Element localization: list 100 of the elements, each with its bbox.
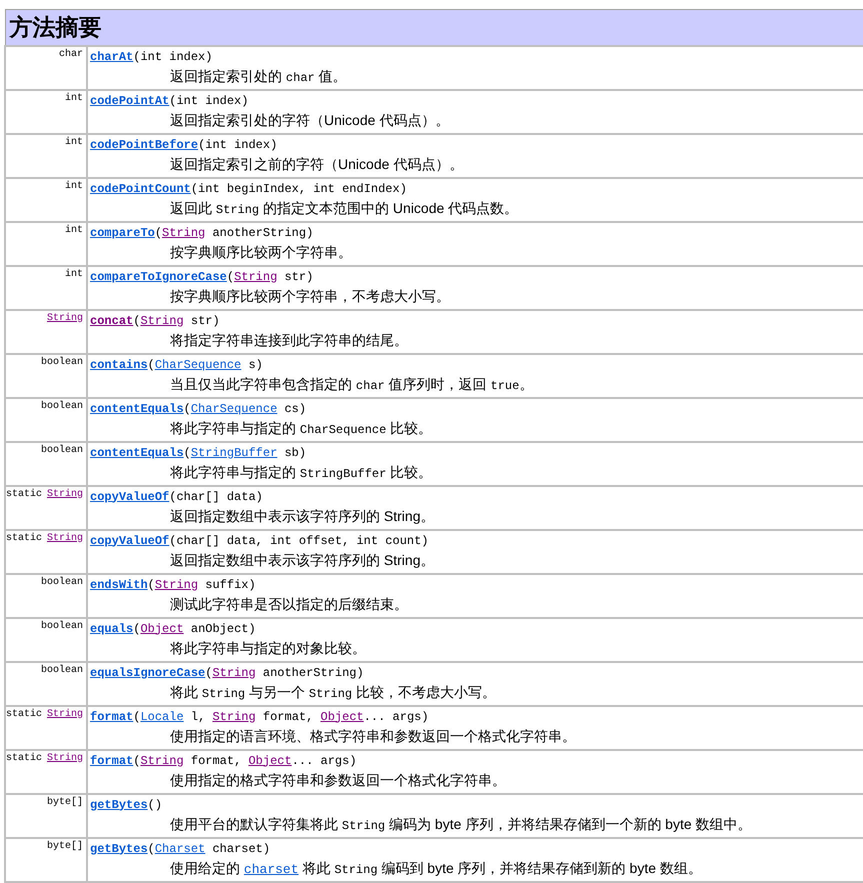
- parameter-text: (: [148, 578, 155, 592]
- return-type: static: [6, 532, 42, 544]
- method-link[interactable]: codePointBefore: [90, 138, 198, 152]
- parameter-text: str): [190, 314, 220, 328]
- type-link[interactable]: Charset: [154, 842, 206, 856]
- method-link[interactable]: copyValueOf: [90, 490, 170, 504]
- parameter-text: (char[] data): [169, 490, 263, 504]
- type-link[interactable]: String: [212, 666, 256, 680]
- method-link[interactable]: charAt: [90, 50, 134, 64]
- type-link[interactable]: Object: [140, 622, 184, 636]
- method-link[interactable]: getBytes: [90, 842, 148, 856]
- parameter-text: (int index): [133, 50, 212, 64]
- parameter-text: (: [133, 314, 140, 328]
- parameter-text: ... args): [364, 710, 429, 724]
- return-type: static: [6, 488, 42, 500]
- type-link[interactable]: String: [140, 754, 184, 768]
- method-link[interactable]: getBytes: [90, 798, 148, 812]
- inline-link[interactable]: charset: [244, 862, 299, 876]
- method-description: 按字典顺序比较两个字符串。: [169, 242, 354, 262]
- parameter-text: str): [283, 270, 314, 284]
- method-description: 返回指定数组中表示该字符序列的 String。: [169, 506, 436, 526]
- type-link[interactable]: String: [140, 314, 184, 328]
- method-link[interactable]: contentEquals: [90, 446, 184, 460]
- method-description: 返回此 String 的指定文本范围中的 Unicode 代码点数。: [169, 198, 520, 218]
- type-link[interactable]: String: [47, 532, 84, 544]
- parameter-text: (: [133, 622, 140, 636]
- parameter-text: (: [148, 842, 155, 856]
- return-type: boolean: [41, 356, 84, 368]
- type-link[interactable]: String: [47, 708, 84, 720]
- type-link[interactable]: String: [162, 226, 206, 240]
- parameter-text: (int beginIndex, int endIndex): [190, 182, 407, 196]
- return-type: static: [6, 708, 42, 720]
- return-type: char: [59, 48, 84, 60]
- method-link[interactable]: contentEquals: [90, 402, 184, 416]
- parameter-text: ... args): [292, 754, 357, 768]
- parameter-text: s): [247, 358, 263, 372]
- method-link[interactable]: codePointCount: [90, 182, 191, 196]
- type-link[interactable]: Object: [248, 754, 292, 768]
- method-link[interactable]: format: [90, 754, 134, 768]
- return-type: int: [65, 224, 84, 236]
- return-type: boolean: [41, 620, 84, 632]
- method-description: 测试此字符串是否以指定的后缀结束。: [169, 594, 410, 614]
- return-type: boolean: [41, 576, 84, 588]
- method-description: 使用平台的默认字符集将此 String 编码为 byte 序列，并将结果存储到一个新的 byte 数组中。: [169, 814, 753, 834]
- type-link[interactable]: String: [47, 752, 84, 764]
- method-link[interactable]: compareTo: [90, 226, 155, 240]
- type-link[interactable]: Locale: [140, 710, 184, 724]
- method-description: 返回指定索引处的 char 值。: [169, 66, 348, 86]
- method-description: 返回指定索引处的字符（Unicode 代码点）。: [169, 110, 450, 130]
- method-link[interactable]: concat: [90, 314, 134, 328]
- method-link[interactable]: contains: [90, 358, 148, 372]
- method-description: 将此字符串与指定的 CharSequence 比较。: [169, 418, 434, 438]
- method-description: 使用指定的格式字符串和参数返回一个格式化字符串。: [169, 770, 508, 790]
- method-description: 使用指定的语言环境、格式字符串和参数返回一个格式化字符串。: [169, 726, 578, 746]
- method-link[interactable]: compareToIgnoreCase: [90, 270, 227, 284]
- method-description: 将此 String 与另一个 String 比较，不考虑大小写。: [169, 682, 498, 702]
- parameter-text: (int index): [169, 94, 248, 108]
- parameter-text: sb): [283, 446, 306, 460]
- type-link[interactable]: String: [234, 270, 278, 284]
- method-link[interactable]: endsWith: [90, 578, 148, 592]
- method-link[interactable]: codePointAt: [90, 94, 170, 108]
- type-link[interactable]: String: [212, 710, 256, 724]
- parameter-text: anotherString): [211, 226, 314, 240]
- parameter-text: (: [148, 358, 155, 372]
- parameter-text: (: [184, 446, 191, 460]
- parameter-text: suffix): [204, 578, 256, 592]
- return-type: boolean: [41, 664, 84, 676]
- parameter-text: l,: [190, 710, 206, 724]
- return-type: int: [65, 268, 84, 280]
- type-link[interactable]: String: [47, 312, 84, 324]
- parameter-text: anotherString): [262, 666, 364, 680]
- parameter-text: (: [184, 402, 191, 416]
- parameter-text: format,: [262, 710, 314, 724]
- method-link[interactable]: copyValueOf: [90, 534, 170, 548]
- parameter-text: (: [133, 754, 140, 768]
- type-link[interactable]: CharSequence: [190, 402, 278, 416]
- return-type: boolean: [41, 444, 84, 456]
- method-description: 使用给定的 charset 将此 String 编码到 byte 序列，并将结果存储到新的 byte 数组。: [169, 858, 703, 878]
- parameter-text: (char[] data, int offset, int count): [169, 534, 428, 548]
- parameter-text: charset): [211, 842, 270, 856]
- parameter-text: (: [154, 226, 162, 240]
- type-link[interactable]: String: [47, 488, 84, 500]
- method-description: 将指定字符串连接到此字符串的结尾。: [169, 330, 410, 350]
- section-header: 方法摘要: [5, 10, 863, 46]
- parameter-text: format,: [190, 754, 242, 768]
- method-link[interactable]: format: [90, 710, 134, 724]
- type-link[interactable]: Object: [320, 710, 364, 724]
- parameter-text: (: [205, 666, 212, 680]
- method-description: 将此字符串与指定的 StringBuffer 比较。: [169, 462, 434, 482]
- type-link[interactable]: CharSequence: [154, 358, 242, 372]
- method-link[interactable]: equalsIgnoreCase: [90, 666, 206, 680]
- method-link[interactable]: equals: [90, 622, 134, 636]
- return-type: byte[]: [47, 796, 84, 808]
- type-link[interactable]: StringBuffer: [190, 446, 278, 460]
- type-link[interactable]: String: [154, 578, 198, 592]
- method-description: 返回指定索引之前的字符（Unicode 代码点）。: [169, 154, 464, 174]
- parameter-text: (: [133, 710, 140, 724]
- return-type: boolean: [41, 400, 84, 412]
- parameter-text: (): [148, 798, 162, 812]
- method-description: 返回指定数组中表示该字符序列的 String。: [169, 550, 436, 570]
